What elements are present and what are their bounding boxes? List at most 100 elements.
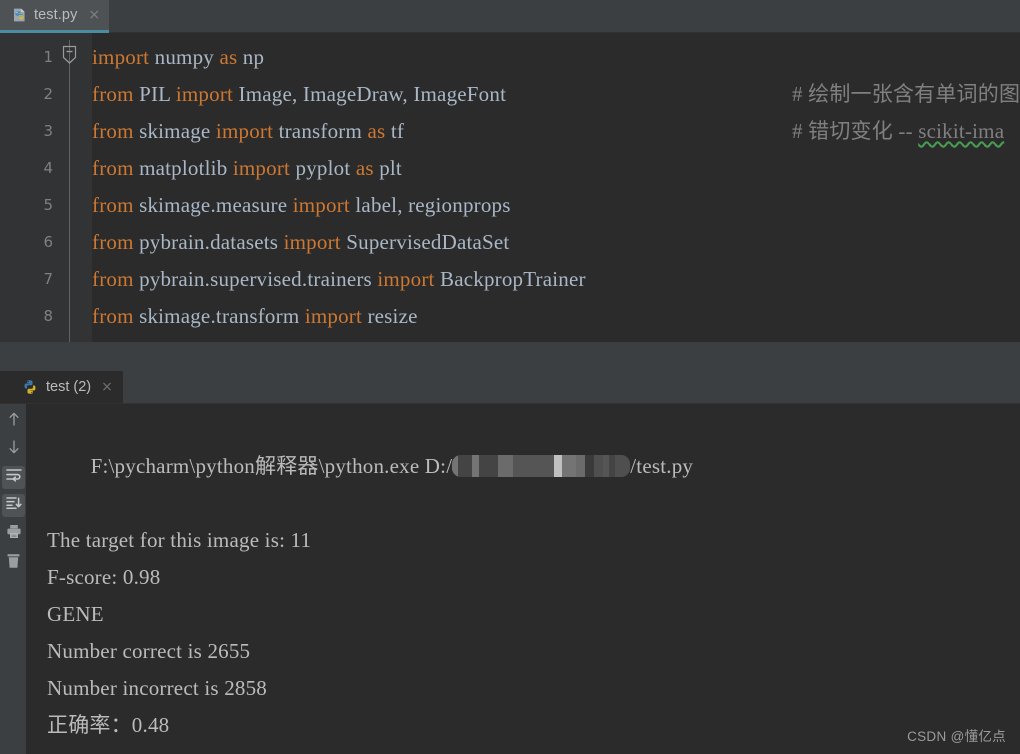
- line-number: 8: [3, 307, 53, 325]
- code-identifier: pyplot: [290, 156, 356, 180]
- code-line: from skimage.transform import resize: [92, 306, 418, 327]
- redacted-path: [452, 455, 630, 477]
- code-line: from PIL import Image, ImageDraw, ImageF…: [92, 84, 506, 105]
- mosaic-block: [513, 455, 527, 477]
- editor-tab-bar: test.py ×: [0, 0, 1020, 33]
- code-editor[interactable]: 1 2 3 4 5 6 7 8 import numpy as np from PIL impo…: [0, 33, 1020, 342]
- code-identifier: numpy: [149, 45, 219, 69]
- code-identifier: skimage.transform: [134, 304, 305, 328]
- console-command-prefix: F:\pycharm\python解释器\python.exe D:/: [91, 454, 453, 478]
- code-comment: # 错切变化 -- scikit-ima: [792, 121, 1004, 142]
- console-output-line: The target for this image is: 11: [47, 522, 1020, 559]
- console-output-line: GENE: [47, 596, 1020, 633]
- mosaic-block: [538, 455, 554, 477]
- panel-splitter[interactable]: [0, 342, 1020, 371]
- line-number: 2: [3, 85, 53, 103]
- code-identifier: SupervisedDataSet: [341, 230, 510, 254]
- code-keyword: import: [377, 267, 434, 291]
- collapse-fold-icon[interactable]: [62, 45, 77, 64]
- code-identifier: pybrain.supervised.trainers: [134, 267, 378, 291]
- mosaic-block: [585, 455, 594, 477]
- line-number: 3: [3, 122, 53, 140]
- editor-tab-test-py[interactable]: test.py ×: [0, 0, 109, 33]
- code-keyword: as: [367, 119, 385, 143]
- console-command-suffix: /test.py: [630, 454, 693, 478]
- console-tab-label: test (2): [46, 379, 91, 395]
- code-identifier: pybrain.datasets: [134, 230, 284, 254]
- line-number: 6: [3, 233, 53, 251]
- code-line: from pybrain.supervised.trainers import …: [92, 269, 586, 290]
- clear-all-button[interactable]: [2, 552, 25, 575]
- code-keyword: import: [305, 304, 362, 328]
- code-keyword: from: [92, 82, 134, 106]
- code-identifier: Image, ImageDraw, ImageFont: [233, 82, 506, 106]
- code-identifier: skimage.measure: [134, 193, 293, 217]
- code-comment: # 绘制一张含有单词的图像: [792, 84, 1020, 105]
- arrow-down-icon: [7, 439, 21, 460]
- code-identifier: plt: [374, 156, 402, 180]
- arrow-up-icon: [7, 411, 21, 432]
- pycharm-window: test.py × 1 2 3 4 5 6 7 8 import numpy as np fro…: [0, 0, 1020, 754]
- spellcheck-word: scikit-ima: [918, 119, 1004, 143]
- mosaic-block: [576, 455, 585, 477]
- code-identifier: resize: [362, 304, 418, 328]
- console-output-line: F-score: 0.98: [47, 559, 1020, 596]
- code-comment-text: # 错切变化 --: [792, 119, 918, 143]
- code-identifier: BackpropTrainer: [435, 267, 586, 291]
- code-line: from pybrain.datasets import SupervisedD…: [92, 232, 509, 253]
- editor-horizontal-scrollbar-track[interactable]: [92, 326, 980, 339]
- mosaic-block: [472, 455, 479, 477]
- code-identifier: matplotlib: [134, 156, 233, 180]
- code-identifier: label, regionprops: [350, 193, 511, 217]
- code-identifier: tf: [385, 119, 404, 143]
- code-identifier: PIL: [134, 82, 176, 106]
- line-number: 7: [3, 270, 53, 288]
- scroll-down-button[interactable]: [2, 438, 25, 461]
- run-tool-window-tab-bar: test (2) ×: [0, 371, 1020, 404]
- scroll-up-button[interactable]: [2, 410, 25, 433]
- fold-guide-line: [69, 40, 70, 342]
- line-number: 5: [3, 196, 53, 214]
- console-output-line: 正确率：0.48: [47, 707, 1020, 744]
- mosaic-block: [498, 455, 513, 477]
- mosaic-block: [594, 455, 603, 477]
- run-console: F:\pycharm\python解释器\python.exe D:/ /test…: [0, 404, 1020, 754]
- print-button[interactable]: [2, 522, 25, 545]
- code-line: from skimage.measure import label, regio…: [92, 195, 511, 216]
- close-icon[interactable]: ×: [88, 8, 100, 22]
- code-keyword: import: [284, 230, 341, 254]
- code-keyword: import: [293, 193, 350, 217]
- mosaic-block: [554, 455, 562, 477]
- scroll-to-end-button[interactable]: [2, 494, 25, 517]
- code-keyword: import: [92, 45, 149, 69]
- console-toolbar: [0, 404, 26, 754]
- scroll-to-end-icon: [6, 496, 22, 515]
- soft-wrap-button[interactable]: [2, 466, 25, 489]
- line-number: 4: [3, 159, 53, 177]
- code-identifier: np: [237, 45, 264, 69]
- code-line: from matplotlib import pyplot as plt: [92, 158, 402, 179]
- code-fold-strip[interactable]: [62, 33, 92, 342]
- line-number: 1: [3, 48, 53, 66]
- close-icon[interactable]: ×: [101, 380, 113, 394]
- mosaic-block: [479, 455, 498, 477]
- code-text-area[interactable]: import numpy as np from PIL import Image,…: [92, 33, 1020, 342]
- code-line: import numpy as np: [92, 47, 264, 68]
- mosaic-block: [527, 455, 538, 477]
- line-number-gutter: 1 2 3 4 5 6 7 8: [0, 33, 62, 342]
- code-keyword: import: [233, 156, 290, 180]
- console-tab-test-2[interactable]: test (2) ×: [0, 371, 123, 403]
- mosaic-block: [458, 455, 472, 477]
- console-output-line: [47, 744, 1020, 754]
- code-keyword: from: [92, 156, 134, 180]
- code-keyword: import: [176, 82, 233, 106]
- code-keyword: from: [92, 304, 134, 328]
- code-line: from skimage import transform as tf: [92, 121, 404, 142]
- code-keyword: from: [92, 230, 134, 254]
- console-output-line: Number correct is 2655: [47, 633, 1020, 670]
- console-output[interactable]: F:\pycharm\python解释器\python.exe D:/ /test…: [26, 404, 1020, 754]
- printer-icon: [6, 524, 22, 544]
- code-keyword: import: [216, 119, 273, 143]
- mosaic-block: [615, 455, 630, 477]
- csdn-watermark: CSDN @懂亿点: [907, 725, 1006, 745]
